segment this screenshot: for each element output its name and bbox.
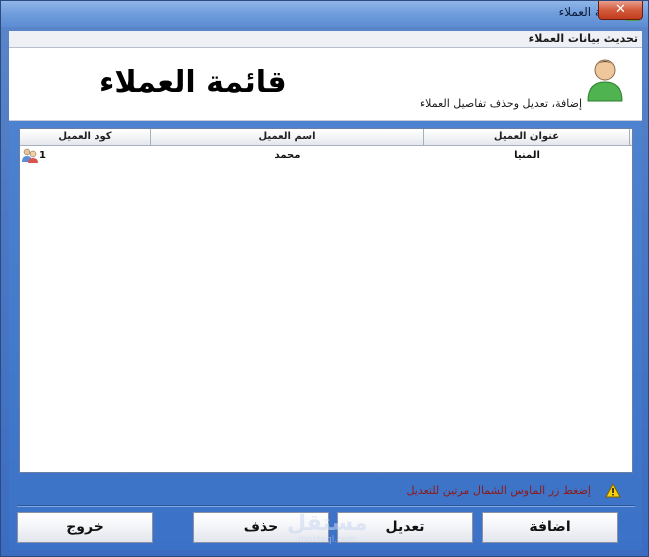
customers-listview[interactable]: كود العميل اسم العميل عنوان العميل 1 محم… <box>19 128 633 473</box>
add-button[interactable]: اضافة <box>482 512 618 543</box>
close-button[interactable]: ✕ <box>598 1 643 20</box>
user-icon <box>587 59 623 102</box>
banner-title: قائمة العملاء <box>99 65 287 100</box>
title-bar[interactable]: قائمة العملاء <box>1 1 648 27</box>
edit-button[interactable]: تعديل <box>337 512 473 543</box>
warning-icon <box>605 483 621 498</box>
group-header-label: تحديث بيانات العملاء <box>528 32 638 45</box>
banner-subtitle: إضافة، تعديل وحذف تفاصيل العملاء <box>419 97 582 110</box>
column-header-code[interactable]: كود العميل <box>20 129 151 146</box>
listview-header: كود العميل اسم العميل عنوان العميل <box>20 129 632 146</box>
column-header-name[interactable]: اسم العميل <box>151 129 424 146</box>
exit-button[interactable]: خروج <box>17 512 153 543</box>
column-header-address[interactable]: عنوان العميل <box>424 129 630 146</box>
cell-address: المنيا <box>514 150 540 161</box>
cell-code: 1 <box>39 150 46 161</box>
watermark-sub: mostaql.com <box>298 535 357 545</box>
customer-icon <box>22 148 38 163</box>
banner: قائمة العملاء إضافة، تعديل وحذف تفاصيل ا… <box>9 48 642 121</box>
customer-list-window: قائمة العملاء ✕ تحديث بيانات العملاء قائ… <box>0 0 649 557</box>
hint: إضغط زر الماوس الشمال مرتين للتعديل <box>381 483 621 499</box>
hint-text: إضغط زر الماوس الشمال مرتين للتعديل <box>406 484 591 497</box>
divider <box>17 505 635 507</box>
cell-name: محمد <box>274 150 301 161</box>
group-header: تحديث بيانات العملاء <box>9 31 642 48</box>
body-area: كود العميل اسم العميل عنوان العميل 1 محم… <box>9 121 642 550</box>
table-row[interactable]: 1 محمد المنيا <box>20 147 632 164</box>
